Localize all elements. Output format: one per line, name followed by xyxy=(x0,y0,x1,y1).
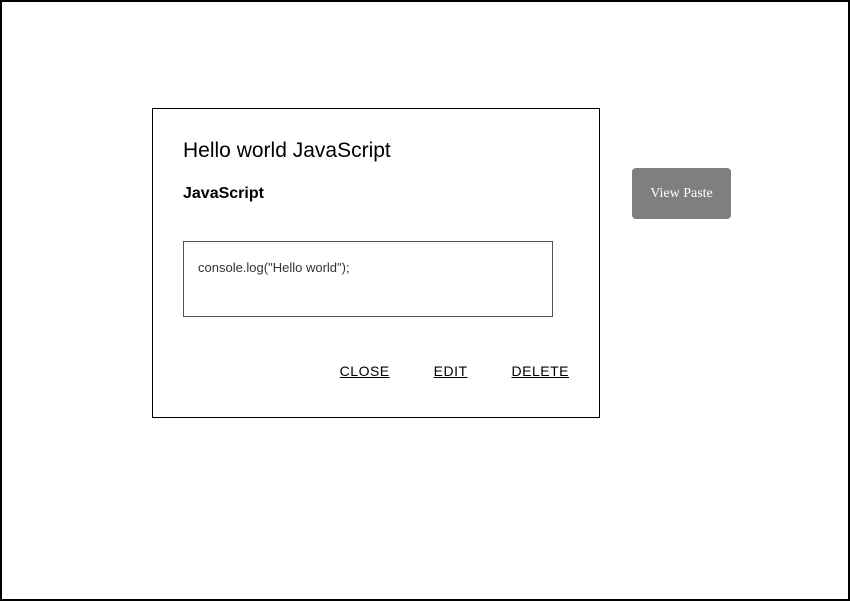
modal-actions: CLOSE EDIT DELETE xyxy=(340,363,569,379)
code-text: console.log("Hello world"); xyxy=(198,260,350,275)
code-content-box: console.log("Hello world"); xyxy=(183,241,553,317)
paste-modal: Hello world JavaScript JavaScript consol… xyxy=(152,108,600,418)
view-paste-label: View Paste xyxy=(650,186,713,202)
delete-button[interactable]: DELETE xyxy=(512,363,569,379)
close-button[interactable]: CLOSE xyxy=(340,363,390,379)
view-paste-button[interactable]: View Paste xyxy=(632,168,731,219)
paste-language: JavaScript xyxy=(183,185,569,203)
app-frame: Hello world JavaScript JavaScript consol… xyxy=(0,0,850,601)
edit-button[interactable]: EDIT xyxy=(434,363,468,379)
paste-title: Hello world JavaScript xyxy=(183,139,569,163)
